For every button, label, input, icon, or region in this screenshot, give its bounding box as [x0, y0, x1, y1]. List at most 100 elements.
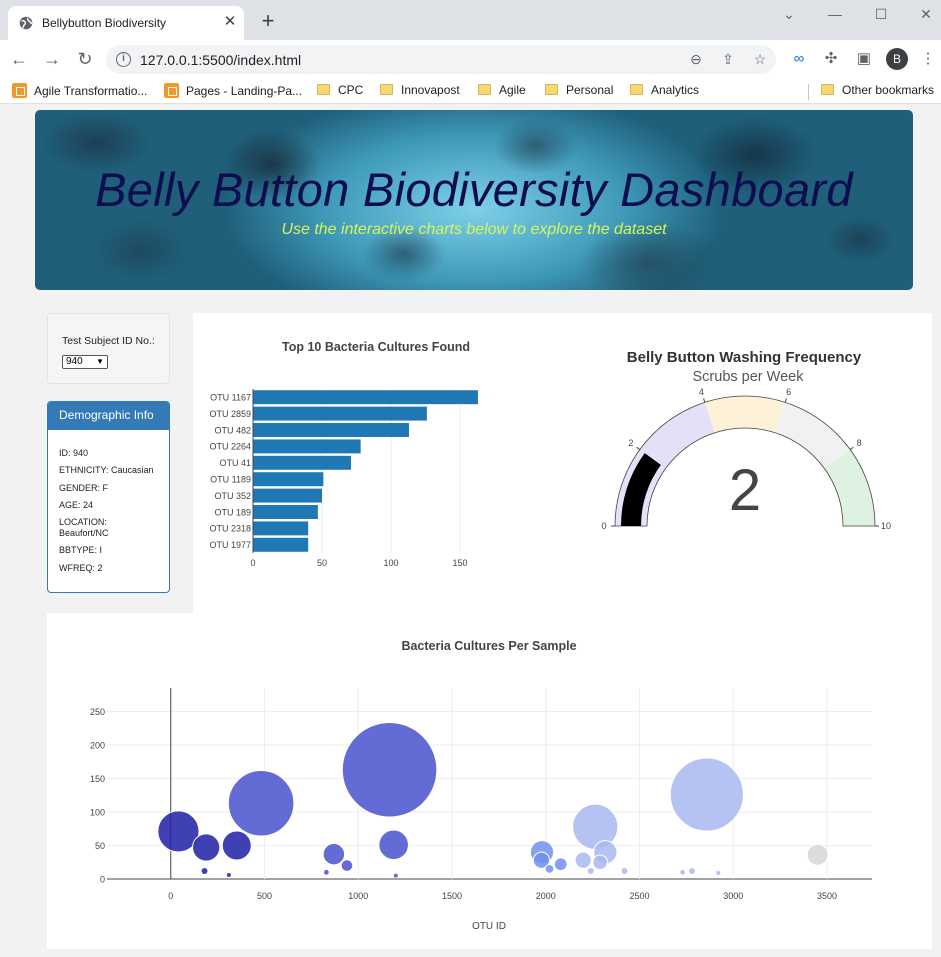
- bar-category-label: OTU 482: [214, 425, 251, 435]
- zoom-icon[interactable]: ⊖: [687, 50, 705, 68]
- tab-close-icon[interactable]: ✕: [222, 12, 238, 32]
- reload-icon[interactable]: ↻: [74, 48, 96, 70]
- gauge-tick: [703, 398, 706, 403]
- bubble-point: [227, 770, 295, 837]
- bar-category-label: OTU 1167: [210, 393, 251, 403]
- gauge-title: Belly Button Washing Frequency: [627, 349, 862, 366]
- bubble-y-tick-label: 100: [90, 807, 105, 817]
- other-bookmarks-folder[interactable]: Other bookmarks: [821, 83, 934, 97]
- bubble-chart-title: Bacteria Cultures Per Sample: [401, 639, 576, 653]
- bookmarks-bar: Agile Transformatio... Pages - Landing-P…: [0, 78, 941, 104]
- subject-id-dropdown[interactable]: 940 ▼: [62, 355, 108, 369]
- gauge-tick-label: 2: [628, 438, 633, 448]
- bubble-point: [574, 851, 592, 869]
- bookmarks-separator: [808, 84, 809, 100]
- bar-chart-title: Top 10 Bacteria Cultures Found: [282, 340, 470, 354]
- bubble-point: [669, 757, 744, 832]
- bubble-x-tick-label: 0: [168, 891, 173, 901]
- folder-icon: [380, 84, 393, 95]
- meta-bbtype: BBTYPE: I: [59, 545, 103, 556]
- bubble-point: [544, 864, 555, 874]
- gauge-tick-label: 8: [857, 438, 862, 448]
- side-panel-icon[interactable]: ▣: [854, 49, 874, 69]
- top10-bar-chart[interactable]: Top 10 Bacteria Cultures Found 0 50 100 150…: [193, 313, 551, 613]
- page-subtitle: Use the interactive charts below to expl…: [281, 221, 667, 238]
- bookmark-folder[interactable]: Personal: [545, 83, 613, 97]
- folder-icon: [545, 84, 558, 95]
- minimize-button[interactable]: —: [822, 5, 848, 23]
- bar-x-tick-label: 150: [453, 558, 468, 568]
- bookmark-folder[interactable]: Innovapost: [380, 83, 460, 97]
- bubble-point: [221, 830, 252, 861]
- folder-icon: [630, 84, 643, 95]
- globe-icon: [19, 16, 33, 30]
- bubble-point: [322, 868, 330, 876]
- bubble-chart[interactable]: Bacteria Cultures Per Sample 0 50 100 150 20…: [47, 613, 932, 949]
- site-info-icon[interactable]: i: [116, 52, 131, 67]
- close-window-button[interactable]: ✕: [913, 5, 939, 23]
- meta-location: LOCATION: Beaufort/NC: [59, 517, 109, 539]
- folder-icon: [821, 84, 834, 95]
- bar-category-label: OTU 352: [214, 491, 251, 501]
- new-tab-button[interactable]: +: [256, 10, 280, 34]
- meta-wfreq: WFREQ: 2: [59, 562, 103, 573]
- menu-kebab-icon[interactable]: ⋮: [918, 49, 938, 69]
- bubble-x-tick-label: 2500: [629, 891, 649, 901]
- bubble-y-tick-label: 200: [90, 740, 105, 750]
- back-arrow-icon[interactable]: ←: [8, 48, 30, 70]
- browser-tab[interactable]: Bellybutton Biodiversity ✕: [8, 6, 244, 40]
- washing-frequency-gauge[interactable]: Belly Button Washing Frequency Scrubs pe…: [551, 313, 932, 613]
- folder-icon: [478, 84, 491, 95]
- bubble-point: [592, 854, 608, 870]
- bar-category-label: OTU 2859: [209, 409, 251, 419]
- bar-x-tick-label: 50: [317, 558, 327, 568]
- bubble-y-tick-label: 250: [90, 707, 105, 717]
- bar-category-label: OTU 1189: [210, 475, 251, 485]
- meta-ethnicity: ETHNICITY: Caucasian: [59, 465, 154, 476]
- page-title: Belly Button Biodiversity Dashboard: [95, 163, 853, 216]
- bubble-x-tick-label: 1500: [442, 891, 462, 901]
- chevron-down-icon: ▼: [96, 357, 104, 366]
- bookmark-item[interactable]: Pages - Landing-Pa...: [164, 83, 302, 98]
- maximize-button[interactable]: ☐: [868, 5, 894, 23]
- forward-arrow-icon[interactable]: →: [41, 48, 63, 70]
- bubble-y-tick-label: 150: [90, 774, 105, 784]
- bar: [253, 505, 318, 519]
- extension-binoculars-icon[interactable]: ∞: [789, 49, 809, 69]
- address-bar[interactable]: i 127.0.0.1:5500/index.html ⊖ ⇪ ☆: [106, 45, 776, 74]
- extensions-puzzle-icon[interactable]: ✣: [821, 49, 841, 69]
- bubble-point: [688, 866, 696, 875]
- browser-toolbar: ← → ↻ i 127.0.0.1:5500/index.html ⊖ ⇪ ☆ …: [0, 40, 941, 78]
- meta-gender: GENDER: F: [59, 482, 109, 493]
- folder-icon: [317, 84, 330, 95]
- bookmark-star-icon[interactable]: ☆: [751, 50, 769, 68]
- bookmark-item[interactable]: Agile Transformatio...: [12, 83, 147, 98]
- bookmark-folder[interactable]: Agile: [478, 83, 526, 97]
- bubble-point: [392, 872, 399, 879]
- share-icon[interactable]: ⇪: [719, 50, 737, 68]
- bar-chart-container: Top 10 Bacteria Cultures Found 0 50 100 150…: [193, 313, 551, 613]
- bubble-x-tick-label: 500: [257, 891, 272, 901]
- bar: [253, 455, 351, 470]
- demographic-info-panel: Demographic Info ID: 940 ETHNICITY: Cauc…: [47, 401, 170, 593]
- gauge-value-number: 2: [729, 458, 761, 523]
- profile-avatar[interactable]: B: [886, 48, 908, 70]
- bubble-y-tick-label: 50: [95, 841, 105, 851]
- subject-selector-well: Test Subject ID No.: 940 ▼: [47, 313, 170, 384]
- bookmark-folder[interactable]: CPC: [317, 83, 363, 97]
- url-text[interactable]: 127.0.0.1:5500/index.html: [140, 52, 301, 68]
- bar: [253, 537, 309, 552]
- bar: [253, 488, 323, 503]
- bar-category-label: OTU 2318: [209, 524, 251, 534]
- bubble-point: [378, 829, 409, 861]
- bubble-point: [806, 843, 829, 866]
- gauge-tick-label: 0: [601, 521, 606, 531]
- bar: [253, 439, 361, 454]
- bubble-point: [340, 859, 354, 872]
- gauge-tick-label: 10: [881, 521, 891, 531]
- bar-x-tick-label: 100: [383, 558, 398, 568]
- bookmark-folder[interactable]: Analytics: [630, 83, 699, 97]
- tab-search-chevron-icon[interactable]: ⌄: [776, 5, 802, 23]
- bubble-point: [225, 871, 232, 878]
- browser-tab-strip: Bellybutton Biodiversity ✕ + ⌄ — ☐ ✕: [0, 0, 941, 40]
